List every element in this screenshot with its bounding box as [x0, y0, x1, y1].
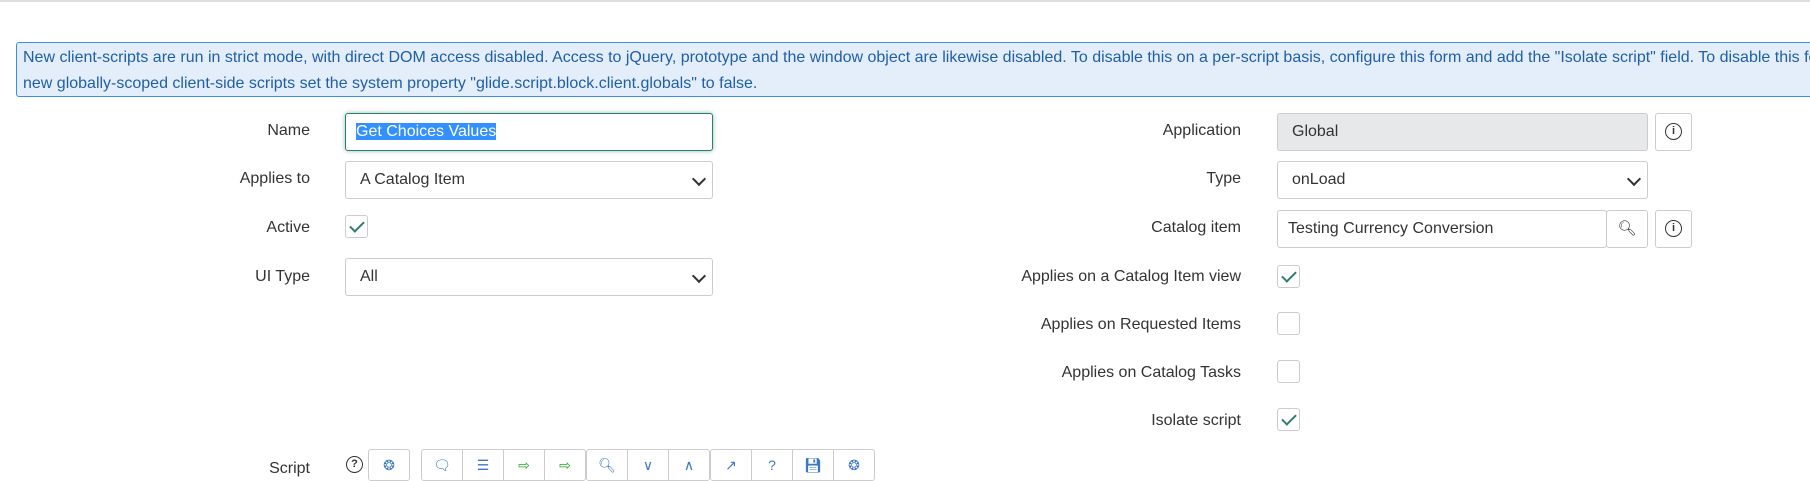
- ui-type-value: All: [360, 268, 378, 285]
- application-value: Global: [1292, 123, 1339, 140]
- active-label: Active: [266, 219, 310, 236]
- application-label: Application: [1162, 122, 1241, 139]
- toolbar-group-2: 🗨︎ ☰ ⇨ ⇨: [421, 449, 586, 481]
- type-label: Type: [1206, 170, 1241, 187]
- type-value: onLoad: [1292, 171, 1346, 188]
- ui-type-select[interactable]: All: [345, 258, 713, 296]
- catalog-item-value: Testing Currency Conversion: [1288, 220, 1494, 237]
- help-icon[interactable]: ?: [752, 450, 793, 480]
- catalog-item-info-button[interactable]: i: [1655, 210, 1692, 248]
- toolbar-group-3: 🔍︎ ∨ ∧: [586, 449, 710, 481]
- fullscreen-icon[interactable]: ↗: [711, 450, 752, 480]
- script-debugger-icon[interactable]: ❂: [369, 450, 409, 480]
- application-field: Global: [1277, 113, 1648, 151]
- comment-icon[interactable]: 🗨︎: [422, 450, 463, 480]
- catalog-view-label: Applies on a Catalog Item view: [1021, 268, 1241, 285]
- check-icon: [1281, 267, 1297, 283]
- top-divider: [0, 0, 1810, 2]
- format-code-icon[interactable]: ☰: [463, 450, 504, 480]
- catalog-tasks-checkbox[interactable]: [1277, 360, 1300, 383]
- requested-items-label: Applies on Requested Items: [1040, 316, 1241, 333]
- catalog-tasks-label: Applies on Catalog Tasks: [1061, 364, 1241, 381]
- search-icon[interactable]: 🔍︎: [587, 450, 628, 480]
- check-icon: [1281, 410, 1297, 426]
- search-icon: 🔍︎: [1617, 220, 1637, 237]
- name-input[interactable]: Get Choices Values: [345, 113, 713, 151]
- chevron-up-icon[interactable]: ∧: [669, 450, 709, 480]
- check-icon: [349, 217, 365, 233]
- ui-type-label: UI Type: [255, 268, 310, 285]
- banner-line-1: New client-scripts are run in strict mod…: [23, 49, 1810, 66]
- catalog-item-label: Catalog item: [1151, 219, 1241, 236]
- applies-to-select[interactable]: A Catalog Item: [345, 161, 713, 199]
- help-text: ?: [346, 456, 363, 474]
- chevron-down-icon: [1626, 171, 1642, 187]
- toolbar-group-4: ↗ ? 💾︎ ❂: [710, 449, 875, 481]
- replace-icon[interactable]: ⇨: [504, 450, 545, 480]
- syntax-check-icon[interactable]: ❂: [834, 450, 874, 480]
- application-info-button[interactable]: i: [1655, 113, 1692, 151]
- info-icon: i: [1665, 220, 1682, 238]
- isolate-script-checkbox[interactable]: [1277, 408, 1300, 431]
- catalog-item-input[interactable]: Testing Currency Conversion: [1277, 210, 1607, 248]
- script-label: Script: [269, 460, 310, 477]
- script-help-icon[interactable]: ?: [346, 456, 363, 474]
- info-icon: i: [1665, 123, 1682, 141]
- active-checkbox[interactable]: [345, 215, 368, 238]
- chevron-down-icon: [691, 171, 707, 187]
- catalog-item-lookup-button[interactable]: 🔍︎: [1606, 210, 1648, 248]
- chevron-down-icon[interactable]: ∨: [628, 450, 669, 480]
- banner-line-2: new globally-scoped client-side scripts …: [23, 75, 758, 92]
- type-select[interactable]: onLoad: [1277, 161, 1648, 199]
- name-label: Name: [267, 122, 310, 139]
- replace-all-icon[interactable]: ⇨: [545, 450, 585, 480]
- requested-items-checkbox[interactable]: [1277, 312, 1300, 335]
- toolbar-group-1: ❂: [368, 449, 410, 481]
- save-icon[interactable]: 💾︎: [793, 450, 834, 480]
- isolate-script-label: Isolate script: [1151, 412, 1241, 429]
- name-value: Get Choices Values: [356, 123, 497, 140]
- chevron-down-icon: [691, 268, 707, 284]
- info-banner: New client-scripts are run in strict mod…: [16, 42, 1810, 97]
- applies-to-value: A Catalog Item: [360, 171, 465, 188]
- applies-to-label: Applies to: [239, 170, 310, 187]
- catalog-view-checkbox[interactable]: [1277, 265, 1300, 288]
